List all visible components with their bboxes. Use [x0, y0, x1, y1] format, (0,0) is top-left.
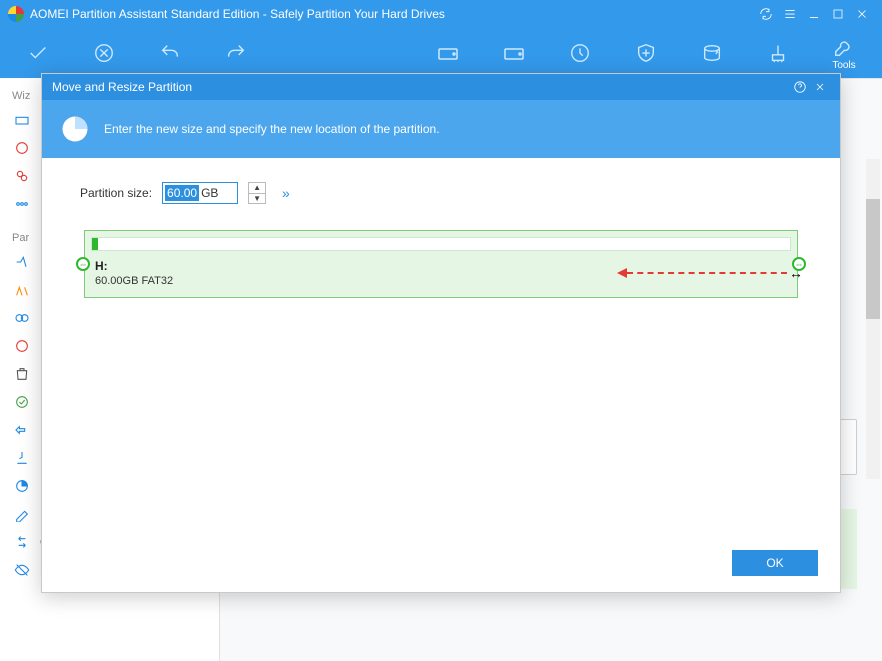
size-spinner[interactable]: ▲ ▼ [248, 182, 266, 204]
dialog-close-button[interactable] [810, 77, 830, 97]
resize-partition-dialog: Move and Resize Partition Enter the new … [41, 73, 841, 593]
dialog-titlebar: Move and Resize Partition [42, 74, 840, 100]
dialog-title: Move and Resize Partition [52, 80, 192, 94]
dialog-banner-text: Enter the new size and specify the new l… [104, 122, 440, 136]
resize-handle-left[interactable]: ⇔ [76, 257, 90, 271]
partition-banner-icon [60, 114, 90, 144]
partition-size-value: 60.00 [165, 185, 199, 201]
tools-button[interactable]: Tools [814, 31, 874, 75]
maximize-button[interactable] [826, 2, 850, 26]
clock-icon[interactable] [550, 31, 610, 75]
partition-free-bar [91, 237, 791, 251]
partition-size-unit: GB [201, 186, 218, 200]
menu-button[interactable] [778, 2, 802, 26]
advanced-toggle[interactable]: » [282, 185, 290, 201]
partition-detail: 60.00GB FAT32 [95, 275, 173, 287]
redo-button[interactable] [206, 31, 266, 75]
dialog-help-button[interactable] [790, 77, 810, 97]
discard-button[interactable] [74, 31, 134, 75]
undo-button[interactable] [140, 31, 200, 75]
spinner-up-button[interactable]: ▲ [249, 183, 265, 194]
titlebar: AOMEI Partition Assistant Standard Editi… [0, 0, 882, 28]
main-toolbar: Tools [0, 28, 882, 78]
disk2-icon[interactable] [484, 31, 544, 75]
resize-cursor-icon: ↔ [789, 265, 803, 281]
drag-hint-arrow: ↔ [617, 265, 803, 281]
partition-size-input[interactable]: 60.00GB [162, 182, 238, 204]
arrow-left-head-icon [617, 268, 627, 278]
clean-icon[interactable] [748, 31, 808, 75]
close-button[interactable] [850, 2, 874, 26]
shield-icon[interactable] [616, 31, 676, 75]
partition-size-label: Partition size: [80, 186, 152, 200]
scrollbar-thumb[interactable] [866, 199, 880, 319]
app-title: AOMEI Partition Assistant Standard Editi… [30, 7, 445, 21]
hide-icon [14, 562, 30, 578]
apply-button[interactable] [8, 31, 68, 75]
dialog-banner: Enter the new size and specify the new l… [42, 100, 840, 158]
minimize-button[interactable] [802, 2, 826, 26]
arrow-dashed-line [627, 272, 787, 274]
ok-button[interactable]: OK [732, 550, 818, 576]
refresh-button[interactable] [754, 2, 778, 26]
convert-icon [14, 534, 30, 550]
partition-used-bar [92, 238, 98, 250]
app-logo-icon [8, 6, 24, 22]
partition-drive-letter: H: [95, 259, 108, 273]
scrollbar[interactable] [866, 159, 880, 479]
partition-visual[interactable]: H: 60.00GB FAT32 ⇔ ⇔ ↔ [84, 230, 798, 298]
tools-label: Tools [832, 60, 855, 71]
spinner-down-button[interactable]: ▼ [249, 194, 265, 204]
recover-icon[interactable] [682, 31, 742, 75]
disk1-icon[interactable] [418, 31, 478, 75]
